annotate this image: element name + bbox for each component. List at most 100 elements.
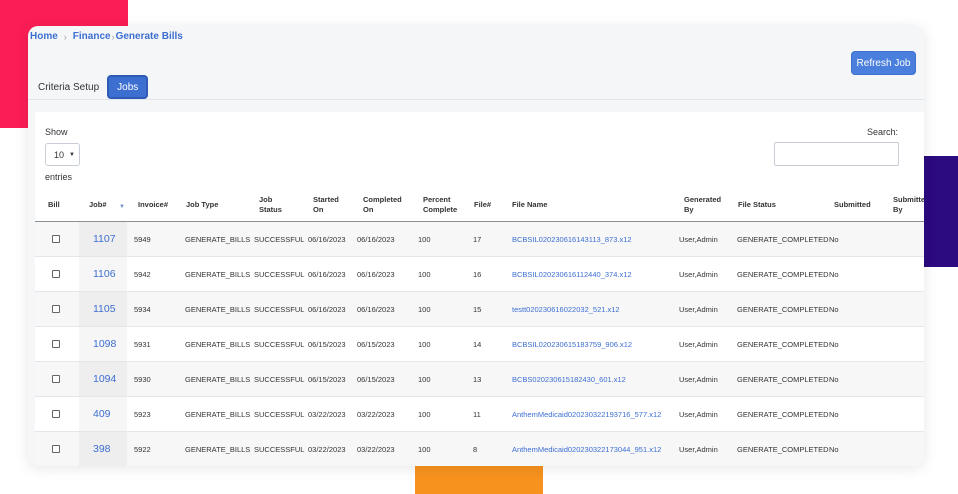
tab-jobs[interactable]: Jobs	[107, 75, 149, 99]
cell-completed: 03/22/2023	[357, 409, 395, 419]
cell-started: 06/16/2023	[308, 234, 346, 244]
breadcrumb-finance[interactable]: Finance	[73, 31, 111, 42]
cell-type: GENERATE_BILLS	[185, 374, 251, 384]
caret-down-icon: ▼	[69, 151, 75, 158]
column-header-file-no[interactable]: File#	[474, 188, 491, 222]
bill-checkbox[interactable]	[52, 235, 60, 243]
chevron-right-icon: ›	[63, 31, 67, 42]
cell-generated-by: User,Admin	[679, 304, 718, 314]
bill-checkbox[interactable]	[52, 375, 60, 383]
bill-checkbox[interactable]	[52, 305, 60, 313]
breadcrumb-home[interactable]: Home	[30, 31, 58, 42]
column-header-invoice[interactable]: Invoice#	[138, 188, 168, 222]
search-input[interactable]	[774, 142, 899, 166]
cell-file-no: 16	[473, 269, 482, 279]
chevron-right-icon: ›	[111, 31, 115, 42]
file-name-link[interactable]: BCBSIL020230616112440_374.x12	[512, 257, 632, 291]
cell-type: GENERATE_BILLS	[185, 339, 251, 349]
column-header-text: Status	[259, 205, 282, 214]
column-header-submitted[interactable]: Submitted	[834, 188, 871, 222]
tab-criteria-setup[interactable]: Criteria Setup	[38, 82, 99, 93]
column-header-text: Generated	[684, 195, 722, 204]
column-header-text: Submitted	[834, 200, 871, 209]
cell-file-status: GENERATE_COMPLETED	[737, 269, 829, 279]
column-header-bill[interactable]: Bill	[48, 188, 60, 222]
cell-invoice: 5931	[134, 339, 151, 349]
file-name-link[interactable]: BCBSIL020230616143113_873.x12	[512, 222, 632, 256]
cell-started: 06/16/2023	[308, 269, 346, 279]
cell-status: SUCCESSFUL	[254, 409, 305, 419]
column-header-file-status[interactable]: File Status	[738, 188, 776, 222]
table-body: 1107 5949 GENERATE_BILLS SUCCESSFUL 06/16/20…	[35, 222, 924, 466]
column-header-text: By	[684, 205, 694, 214]
search-label: Search:	[867, 127, 899, 137]
table-row: 1107 5949 GENERATE_BILLS SUCCESSFUL 06/16/20…	[35, 222, 924, 257]
column-header-text: Bill	[48, 200, 60, 209]
entries-label: entries	[45, 172, 73, 182]
tab-bar: Criteria Setup Jobs	[38, 75, 149, 99]
job-link[interactable]: 1106	[93, 257, 116, 291]
cell-file-status: GENERATE_COMPLETED	[737, 374, 829, 384]
cell-started: 06/16/2023	[308, 304, 346, 314]
column-header-generated-by[interactable]: Generated By	[684, 188, 721, 222]
column-header-text: By	[893, 205, 903, 214]
file-name-link[interactable]: BCBS020230615182430_601.x12	[512, 362, 626, 396]
cell-generated-by: User,Admin	[679, 374, 718, 384]
cell-submitted: No	[829, 409, 839, 419]
cell-status: SUCCESSFUL	[254, 234, 305, 244]
table-row: 1098 5931 GENERATE_BILLS SUCCESSFUL 06/15/20…	[35, 327, 924, 362]
refresh-job-button[interactable]: Refresh Job	[851, 51, 916, 75]
file-name-link[interactable]: AnthemMedicaid020230322173044_951.x12	[512, 432, 661, 466]
tab-divider	[28, 99, 924, 100]
cell-invoice: 5942	[134, 269, 151, 279]
table-row: 1106 5942 GENERATE_BILLS SUCCESSFUL 06/16/20…	[35, 257, 924, 292]
show-label: Show	[45, 127, 68, 137]
cell-generated-by: User,Admin	[679, 339, 718, 349]
column-header-job[interactable]: Job#	[89, 188, 107, 222]
column-header-text: On	[363, 205, 374, 214]
column-header-percent-complete[interactable]: Percent Complete	[423, 188, 457, 222]
cell-file-no: 8	[473, 444, 478, 454]
column-header-job-status[interactable]: Job Status	[259, 188, 282, 222]
column-header-text: Invoice#	[138, 200, 169, 209]
job-link[interactable]: 1094	[93, 362, 116, 396]
file-name-link[interactable]: testt020230616022032_521.x12	[512, 292, 620, 326]
job-link[interactable]: 398	[93, 432, 111, 466]
column-header-text: Complete	[423, 205, 458, 214]
cell-completed: 06/15/2023	[357, 374, 395, 384]
cell-invoice: 5930	[134, 374, 151, 384]
bill-checkbox[interactable]	[52, 340, 60, 348]
cell-file-status: GENERATE_COMPLETED	[737, 234, 829, 244]
job-link[interactable]: 1105	[93, 292, 116, 326]
bill-checkbox[interactable]	[52, 445, 60, 453]
cell-started: 06/15/2023	[308, 374, 346, 384]
cell-percent: 100	[418, 374, 431, 384]
cell-status: SUCCESSFUL	[254, 269, 305, 279]
cell-type: GENERATE_BILLS	[185, 234, 251, 244]
column-header-file-name[interactable]: File Name	[512, 188, 547, 222]
job-link[interactable]: 1107	[93, 222, 116, 256]
cell-file-status: GENERATE_COMPLETED	[737, 339, 829, 349]
cell-invoice: 5949	[134, 234, 151, 244]
cell-file-status: GENERATE_COMPLETED	[737, 304, 829, 314]
column-header-text: File#	[474, 200, 492, 209]
cell-percent: 100	[418, 444, 431, 454]
bill-checkbox[interactable]	[52, 270, 60, 278]
job-link[interactable]: 1098	[93, 327, 116, 361]
job-link[interactable]: 409	[93, 397, 111, 431]
bill-checkbox[interactable]	[52, 410, 60, 418]
cell-completed: 06/15/2023	[357, 339, 395, 349]
sort-desc-icon[interactable]: ▼	[119, 204, 125, 210]
column-header-job-type[interactable]: Job Type	[186, 188, 218, 222]
column-header-submitted-by[interactable]: SubmittedBy	[893, 188, 924, 222]
page-length-select[interactable]: 10 ▼	[45, 143, 80, 166]
cell-submitted: No	[829, 304, 839, 314]
column-header-completed-on[interactable]: Completed On	[363, 188, 402, 222]
decor-purple-block	[924, 156, 958, 267]
file-name-link[interactable]: BCBSIL020230615183759_906.x12	[512, 327, 632, 361]
file-name-link[interactable]: AnthemMedicaid020230322193716_577.x12	[512, 397, 661, 431]
cell-started: 03/22/2023	[308, 444, 346, 454]
jobs-panel: Show 10 ▼ entries Search: ▼ Bill Job# Invo…	[35, 112, 924, 466]
cell-generated-by: User,Admin	[679, 234, 718, 244]
column-header-started-on[interactable]: Started On	[313, 188, 339, 222]
